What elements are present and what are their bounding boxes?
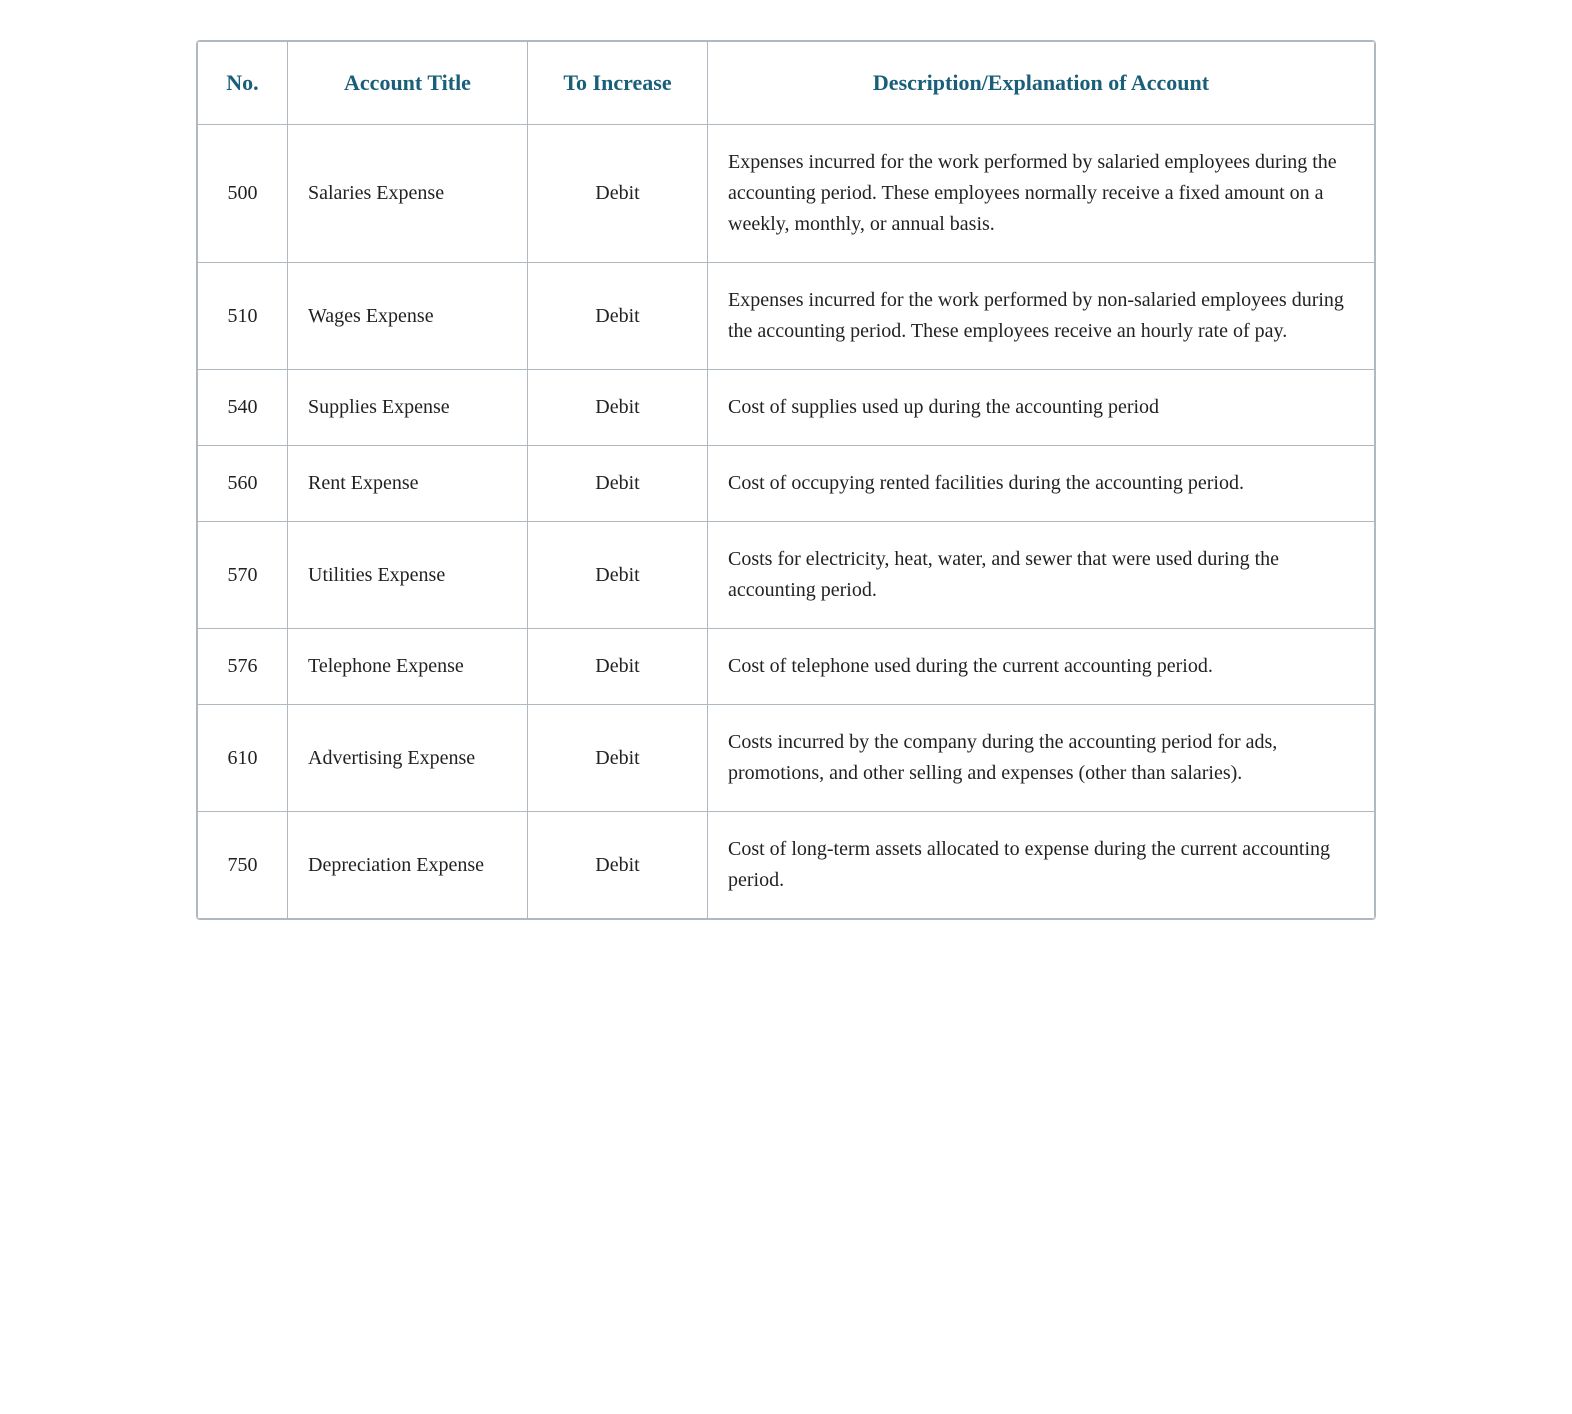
cell-to-increase: Debit — [528, 705, 708, 812]
cell-description: Expenses incurred for the work performed… — [708, 125, 1375, 263]
cell-description: Cost of occupying rented facilities duri… — [708, 446, 1375, 522]
cell-account-title: Supplies Expense — [288, 370, 528, 446]
table-row: 570Utilities ExpenseDebitCosts for elect… — [198, 522, 1375, 629]
cell-account-title: Rent Expense — [288, 446, 528, 522]
header-to-increase: To Increase — [528, 42, 708, 125]
cell-account-title: Salaries Expense — [288, 125, 528, 263]
cell-to-increase: Debit — [528, 522, 708, 629]
cell-to-increase: Debit — [528, 446, 708, 522]
table-row: 500Salaries ExpenseDebitExpenses incurre… — [198, 125, 1375, 263]
main-table-container: No. Account Title To Increase Descriptio… — [196, 40, 1376, 920]
table-row: 610Advertising ExpenseDebitCosts incurre… — [198, 705, 1375, 812]
cell-no: 560 — [198, 446, 288, 522]
table-row: 750Depreciation ExpenseDebitCost of long… — [198, 812, 1375, 919]
cell-description: Cost of telephone used during the curren… — [708, 629, 1375, 705]
cell-account-title: Utilities Expense — [288, 522, 528, 629]
cell-description: Expenses incurred for the work performed… — [708, 263, 1375, 370]
header-description: Description/Explanation of Account — [708, 42, 1375, 125]
cell-no: 570 — [198, 522, 288, 629]
cell-account-title: Wages Expense — [288, 263, 528, 370]
table-row: 510Wages ExpenseDebitExpenses incurred f… — [198, 263, 1375, 370]
header-account-title: Account Title — [288, 42, 528, 125]
cell-description: Cost of supplies used up during the acco… — [708, 370, 1375, 446]
cell-account-title: Telephone Expense — [288, 629, 528, 705]
table-header-row: No. Account Title To Increase Descriptio… — [198, 42, 1375, 125]
header-no: No. — [198, 42, 288, 125]
cell-no: 576 — [198, 629, 288, 705]
table-row: 576Telephone ExpenseDebitCost of telepho… — [198, 629, 1375, 705]
cell-description: Costs incurred by the company during the… — [708, 705, 1375, 812]
cell-account-title: Advertising Expense — [288, 705, 528, 812]
cell-to-increase: Debit — [528, 125, 708, 263]
table-row: 540Supplies ExpenseDebitCost of supplies… — [198, 370, 1375, 446]
account-table: No. Account Title To Increase Descriptio… — [197, 41, 1375, 919]
cell-to-increase: Debit — [528, 812, 708, 919]
cell-to-increase: Debit — [528, 629, 708, 705]
cell-account-title: Depreciation Expense — [288, 812, 528, 919]
table-row: 560Rent ExpenseDebitCost of occupying re… — [198, 446, 1375, 522]
cell-to-increase: Debit — [528, 370, 708, 446]
cell-no: 610 — [198, 705, 288, 812]
cell-to-increase: Debit — [528, 263, 708, 370]
cell-description: Cost of long-term assets allocated to ex… — [708, 812, 1375, 919]
cell-no: 750 — [198, 812, 288, 919]
cell-no: 540 — [198, 370, 288, 446]
cell-description: Costs for electricity, heat, water, and … — [708, 522, 1375, 629]
cell-no: 510 — [198, 263, 288, 370]
cell-no: 500 — [198, 125, 288, 263]
